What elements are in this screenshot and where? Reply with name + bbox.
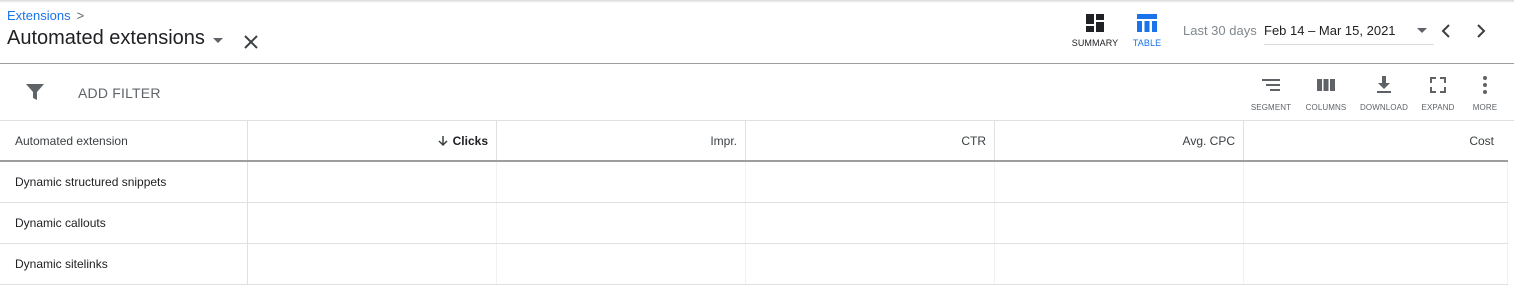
chevron-left-icon [1441, 24, 1450, 38]
more-label: MORE [1472, 103, 1498, 112]
previous-period-button[interactable] [1438, 22, 1454, 40]
columns-icon [1317, 79, 1335, 91]
download-button[interactable]: DOWNLOAD [1357, 75, 1411, 112]
table-toolbar: ADD FILTER SEGMENT COLUMNS DOWNLOAD EXPA… [0, 65, 1514, 121]
more-button[interactable]: MORE [1466, 75, 1504, 112]
table-row[interactable]: Dynamic callouts [0, 203, 1508, 244]
table-header: Automated extension Clicks Impr. CTR Avg… [0, 121, 1508, 162]
page-title[interactable]: Automated extensions [7, 27, 205, 50]
title-dropdown-icon[interactable] [213, 38, 223, 43]
breadcrumb-separator: > [76, 8, 85, 23]
date-range-label: Last 30 days [1183, 23, 1257, 38]
more-vert-icon [1483, 76, 1487, 94]
column-header-avg-cpc[interactable]: Avg. CPC [995, 121, 1244, 160]
next-period-button[interactable] [1473, 22, 1489, 40]
avg-cpc-cell [995, 162, 1244, 202]
filter-icon[interactable] [26, 83, 44, 101]
avg-cpc-cell [995, 203, 1244, 243]
data-table: Automated extension Clicks Impr. CTR Avg… [0, 121, 1508, 285]
table-row[interactable]: Dynamic structured snippets [0, 162, 1508, 203]
ctr-cell [746, 203, 995, 243]
sort-down-icon [438, 135, 448, 146]
summary-view-button[interactable]: SUMMARY [1065, 14, 1125, 54]
columns-button[interactable]: COLUMNS [1303, 75, 1349, 112]
cost-cell [1244, 162, 1508, 202]
table-view-button[interactable]: TABLE [1117, 14, 1177, 54]
download-icon [1377, 76, 1391, 93]
segment-button[interactable]: SEGMENT [1248, 75, 1294, 112]
summary-dashboard-icon [1086, 14, 1104, 32]
row-name-cell[interactable]: Dynamic sitelinks [0, 244, 248, 284]
breadcrumb-link[interactable]: Extensions [7, 8, 71, 23]
impr-cell [497, 244, 746, 284]
columns-label: COLUMNS [1305, 103, 1347, 112]
impr-cell [497, 203, 746, 243]
column-header-automated-extension[interactable]: Automated extension [0, 121, 248, 160]
column-header-impr[interactable]: Impr. [497, 121, 746, 160]
clicks-cell [248, 203, 497, 243]
expand-icon [1430, 77, 1446, 93]
close-icon [244, 35, 258, 49]
row-name-cell[interactable]: Dynamic callouts [0, 203, 248, 243]
download-label: DOWNLOAD [1360, 103, 1408, 112]
date-range-selector[interactable]: Feb 14 – Mar 15, 2021 [1264, 23, 1396, 38]
column-header-clicks[interactable]: Clicks [248, 121, 497, 160]
segment-icon [1262, 79, 1280, 91]
column-header-clicks-label: Clicks [452, 133, 488, 148]
date-range-underline [1264, 44, 1434, 45]
cost-cell [1244, 244, 1508, 284]
impr-cell [497, 162, 746, 202]
ctr-cell [746, 244, 995, 284]
clicks-cell [248, 244, 497, 284]
column-header-ctr[interactable]: CTR [746, 121, 995, 160]
close-button[interactable] [241, 32, 261, 52]
table-row[interactable]: Dynamic sitelinks [0, 244, 1508, 285]
clicks-cell [248, 162, 497, 202]
breadcrumb[interactable]: Extensions > [7, 8, 84, 23]
add-filter-button[interactable]: ADD FILTER [78, 85, 161, 101]
ctr-cell [746, 162, 995, 202]
segment-label: SEGMENT [1250, 103, 1292, 112]
expand-button[interactable]: EXPAND [1416, 75, 1460, 112]
column-header-cost[interactable]: Cost [1244, 121, 1502, 160]
avg-cpc-cell [995, 244, 1244, 284]
table-icon [1137, 14, 1157, 32]
summary-view-label: SUMMARY [1071, 38, 1119, 48]
chevron-right-icon [1477, 24, 1486, 38]
table-view-label: TABLE [1132, 38, 1162, 48]
expand-label: EXPAND [1421, 103, 1455, 112]
date-dropdown-icon[interactable] [1417, 28, 1427, 33]
row-name-cell[interactable]: Dynamic structured snippets [0, 162, 248, 202]
page-header: Extensions > Automated extensions SUMMAR… [0, 0, 1514, 64]
cost-cell [1244, 203, 1508, 243]
